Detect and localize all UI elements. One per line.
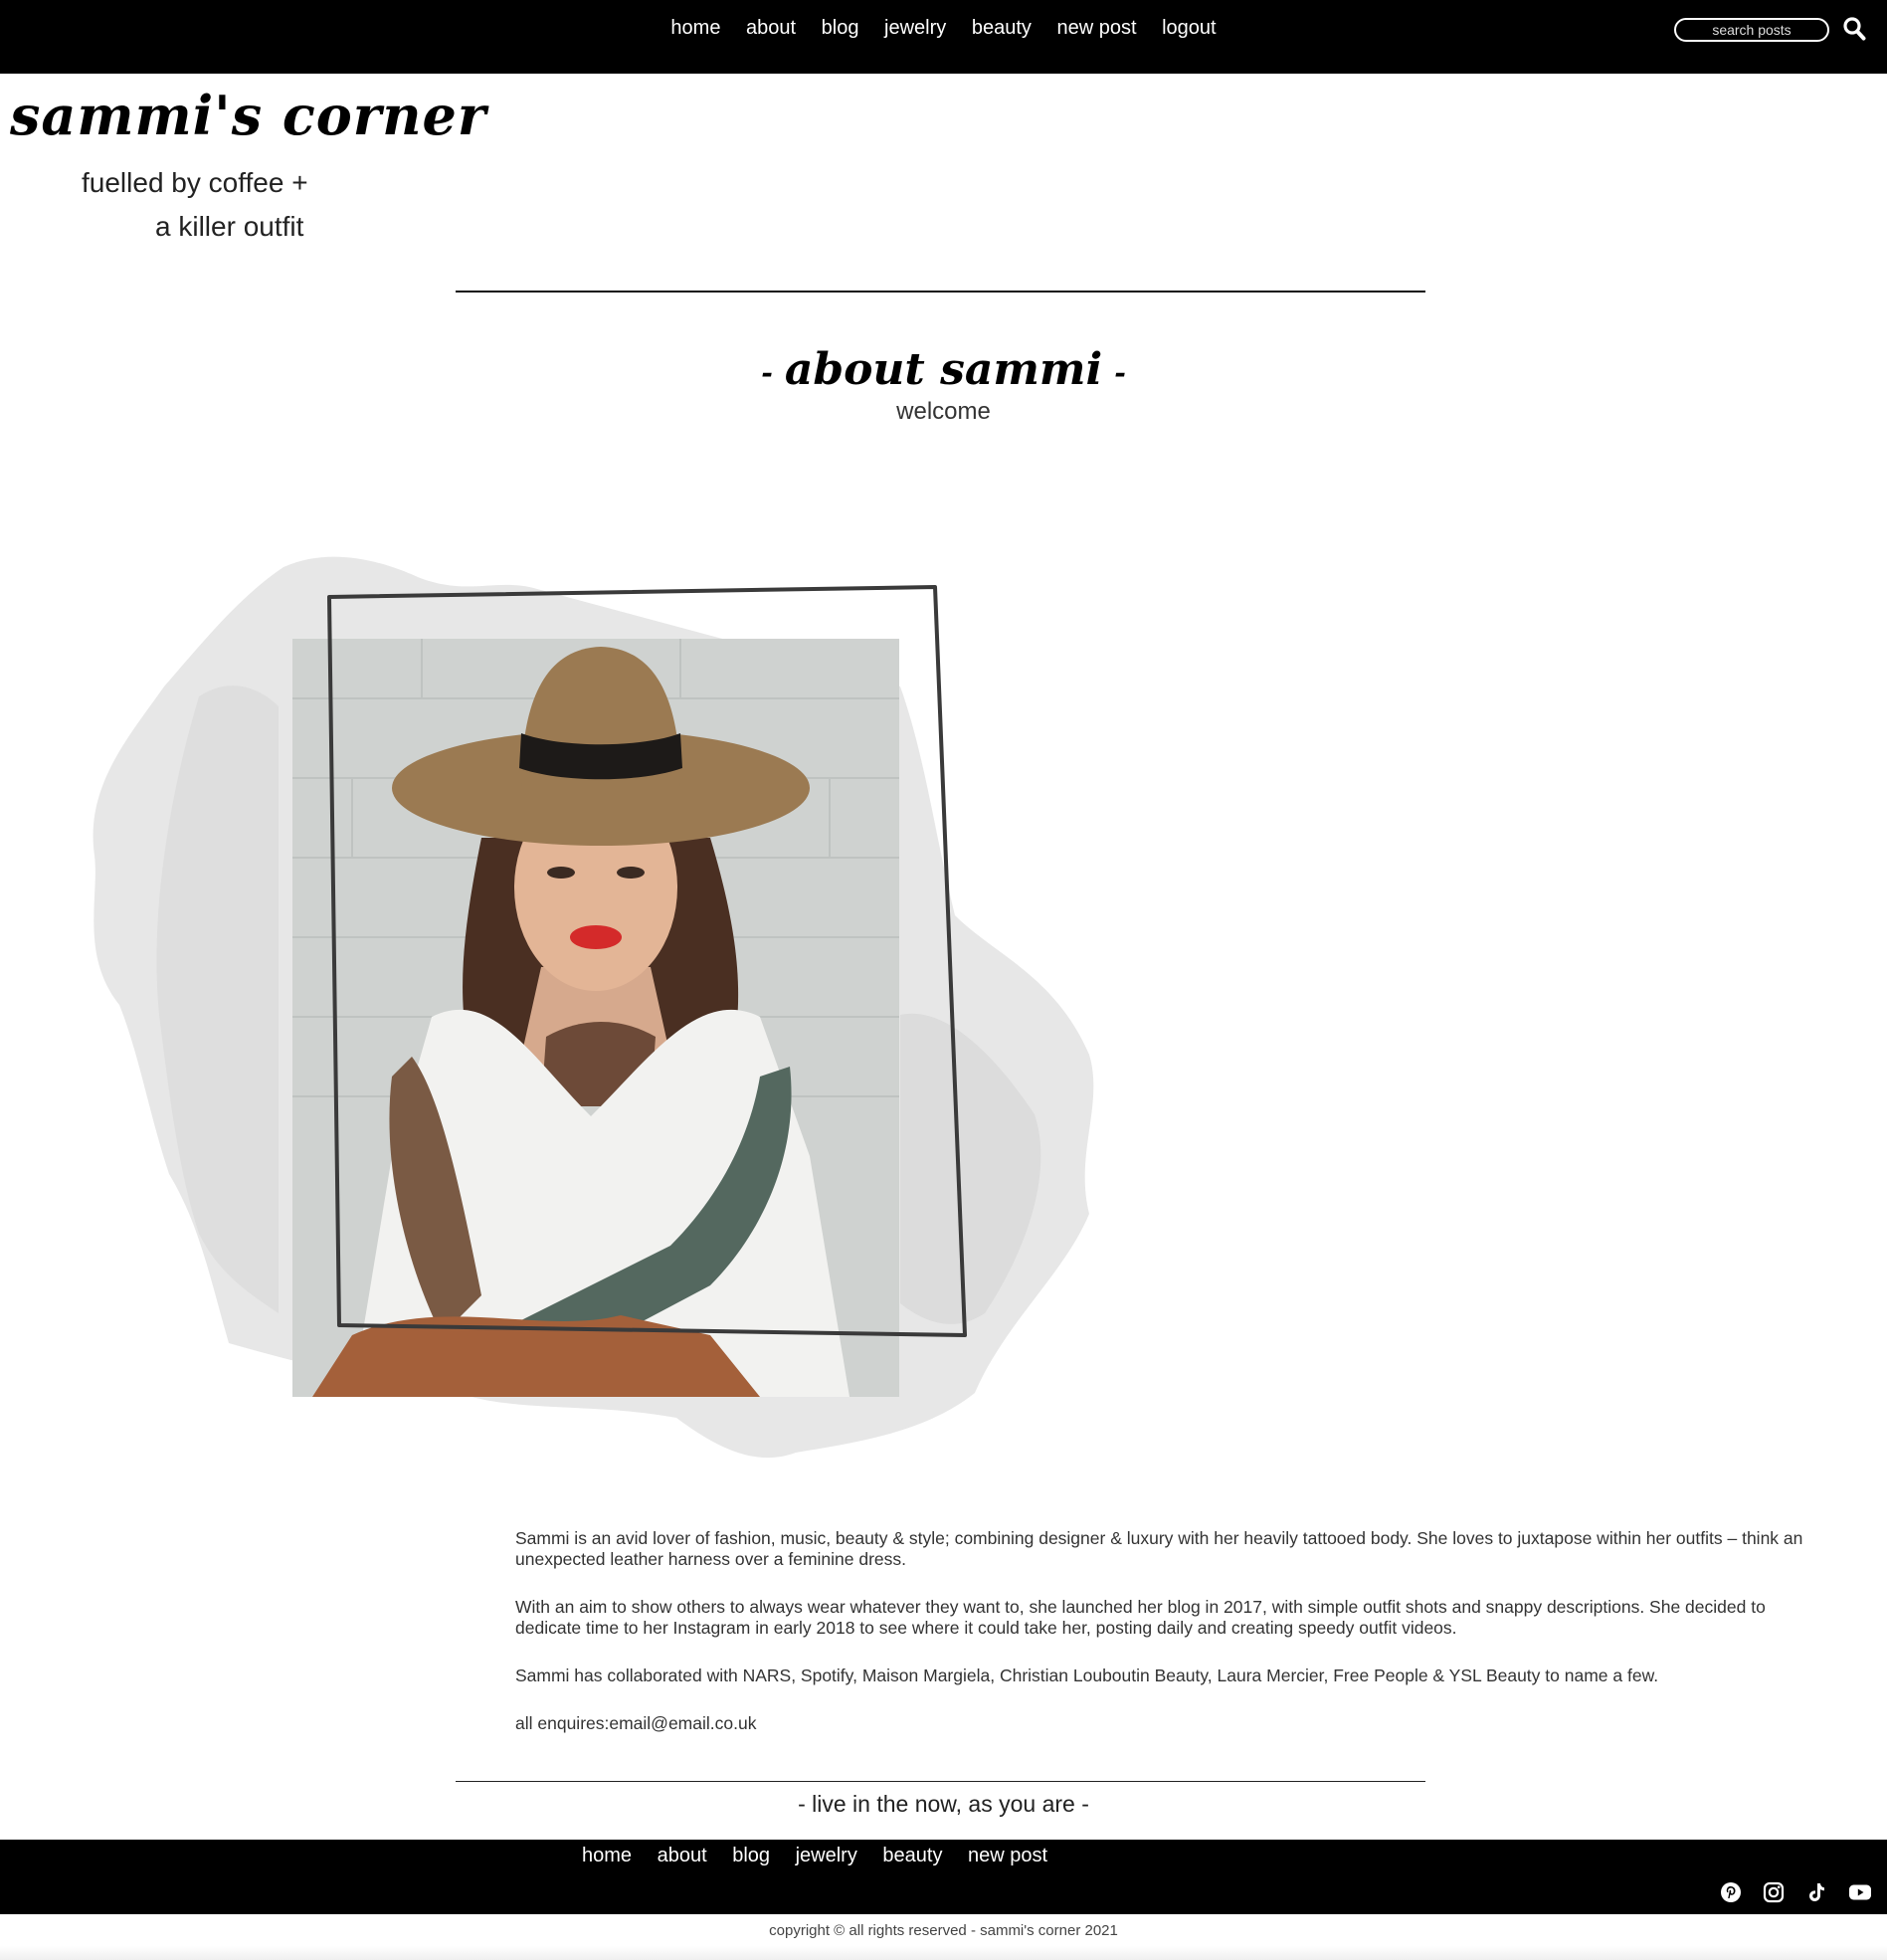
tiktok-icon[interactable] (1805, 1881, 1827, 1903)
footer-nav-beauty[interactable]: beauty (882, 1845, 942, 1866)
title-dash-left: - (761, 356, 773, 389)
nav-logout[interactable]: logout (1162, 17, 1217, 39)
portrait-illustration (292, 639, 899, 1397)
instagram-icon[interactable] (1763, 1881, 1785, 1903)
footer-nav-blog[interactable]: blog (732, 1845, 770, 1866)
footer-nav-new-post[interactable]: new post (968, 1845, 1047, 1866)
bio-paragraph-1: Sammi is an avid lover of fashion, music… (515, 1528, 1803, 1569)
footer-nav: home about blog jewelry beauty new post (572, 1845, 1057, 1867)
page-subtitle: welcome (896, 398, 991, 425)
header-divider (456, 291, 1425, 293)
about-photo-block (0, 537, 1114, 1492)
page-title: - about sammi - (0, 344, 1887, 395)
site-logo[interactable]: sammi's corner (10, 84, 486, 147)
search-icon[interactable] (1842, 16, 1866, 42)
nav-beauty[interactable]: beauty (972, 17, 1032, 39)
bottom-edge (0, 1946, 1887, 1960)
nav-blog[interactable]: blog (822, 17, 859, 39)
main-nav: home about blog jewelry beauty new post … (0, 17, 1887, 40)
footer-nav-jewelry[interactable]: jewelry (796, 1845, 857, 1866)
footer-nav-about[interactable]: about (658, 1845, 707, 1866)
top-nav-bar: home about blog jewelry beauty new post … (0, 0, 1887, 74)
youtube-icon[interactable] (1848, 1881, 1872, 1903)
title-dash-right: - (1114, 356, 1126, 389)
pinterest-icon[interactable] (1720, 1881, 1742, 1903)
copyright-text: copyright © all rights reserved - sammi'… (769, 1922, 1118, 1939)
nav-home[interactable]: home (670, 17, 720, 39)
tagline-line-2: a killer outfit (155, 211, 304, 242)
bio-paragraph-2: With an aim to show others to always wea… (515, 1597, 1766, 1638)
motto: - live in the now, as you are - (798, 1791, 1089, 1817)
nav-jewelry[interactable]: jewelry (884, 17, 946, 39)
portrait-photo (292, 639, 899, 1397)
nav-new-post[interactable]: new post (1056, 17, 1136, 39)
bio-section: Sammi is an avid lover of fashion, music… (515, 1528, 1808, 1761)
bio-paragraph-3: Sammi has collaborated with NARS, Spotif… (515, 1666, 1659, 1685)
footer-divider (456, 1781, 1425, 1782)
nav-about[interactable]: about (746, 17, 796, 39)
footer-nav-home[interactable]: home (582, 1845, 632, 1866)
footer-bar: home about blog jewelry beauty new post (0, 1840, 1887, 1914)
tagline-line-1: fuelled by coffee + (82, 167, 308, 198)
enquiries-email[interactable]: all enquires:email@email.co.uk (515, 1713, 1808, 1734)
search-input[interactable] (1674, 18, 1829, 42)
page-title-text: about sammi (784, 344, 1103, 395)
